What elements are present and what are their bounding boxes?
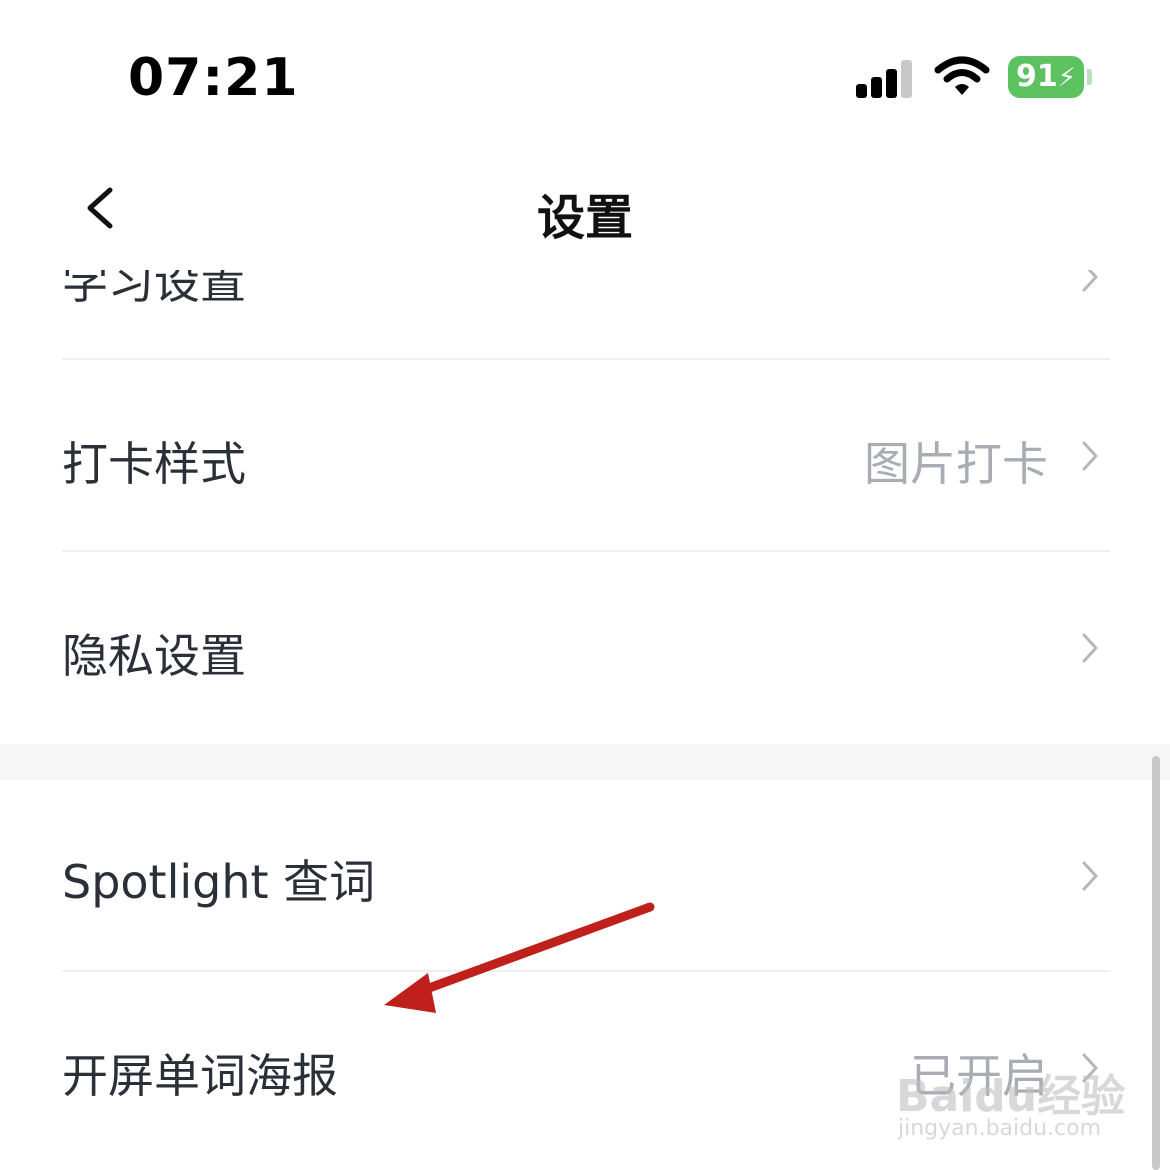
section-gap bbox=[0, 744, 1170, 780]
battery-level: 91 bbox=[1015, 59, 1058, 94]
chevron-right-icon bbox=[1082, 441, 1098, 471]
watermark-sub: jingyan.baidu.com bbox=[898, 1116, 1102, 1141]
row-label: 隐私设置 bbox=[62, 629, 246, 683]
page-title: 设置 bbox=[536, 190, 633, 246]
row-label: Spotlight 查词 bbox=[62, 855, 376, 909]
row-label: 打卡样式 bbox=[62, 437, 246, 491]
row-checkin-style[interactable]: 打卡样式 图片打卡 bbox=[62, 360, 1110, 550]
status-time: 07:21 bbox=[128, 48, 299, 108]
scrollbar[interactable] bbox=[1152, 756, 1160, 1170]
row-value: 图片打卡 bbox=[864, 437, 1048, 491]
row-label: 开屏单词海报 bbox=[62, 1049, 338, 1103]
chevron-right-icon bbox=[1082, 633, 1098, 663]
wifi-icon bbox=[934, 56, 990, 95]
signal-icon bbox=[856, 58, 916, 98]
nav-bar: 设置 bbox=[0, 150, 1170, 270]
battery-charging-icon: 91⚡ bbox=[1008, 56, 1084, 98]
charging-bolt-icon: ⚡ bbox=[1057, 63, 1076, 93]
row-privacy-settings[interactable]: 隐私设置 bbox=[62, 552, 1110, 744]
annotation-arrow-icon bbox=[384, 902, 655, 1013]
battery-cap bbox=[1087, 69, 1092, 85]
watermark: Baidu经验 bbox=[896, 1071, 1126, 1122]
chevron-right-icon bbox=[1082, 861, 1098, 891]
status-bar: 07:21 91⚡ bbox=[0, 0, 1170, 150]
